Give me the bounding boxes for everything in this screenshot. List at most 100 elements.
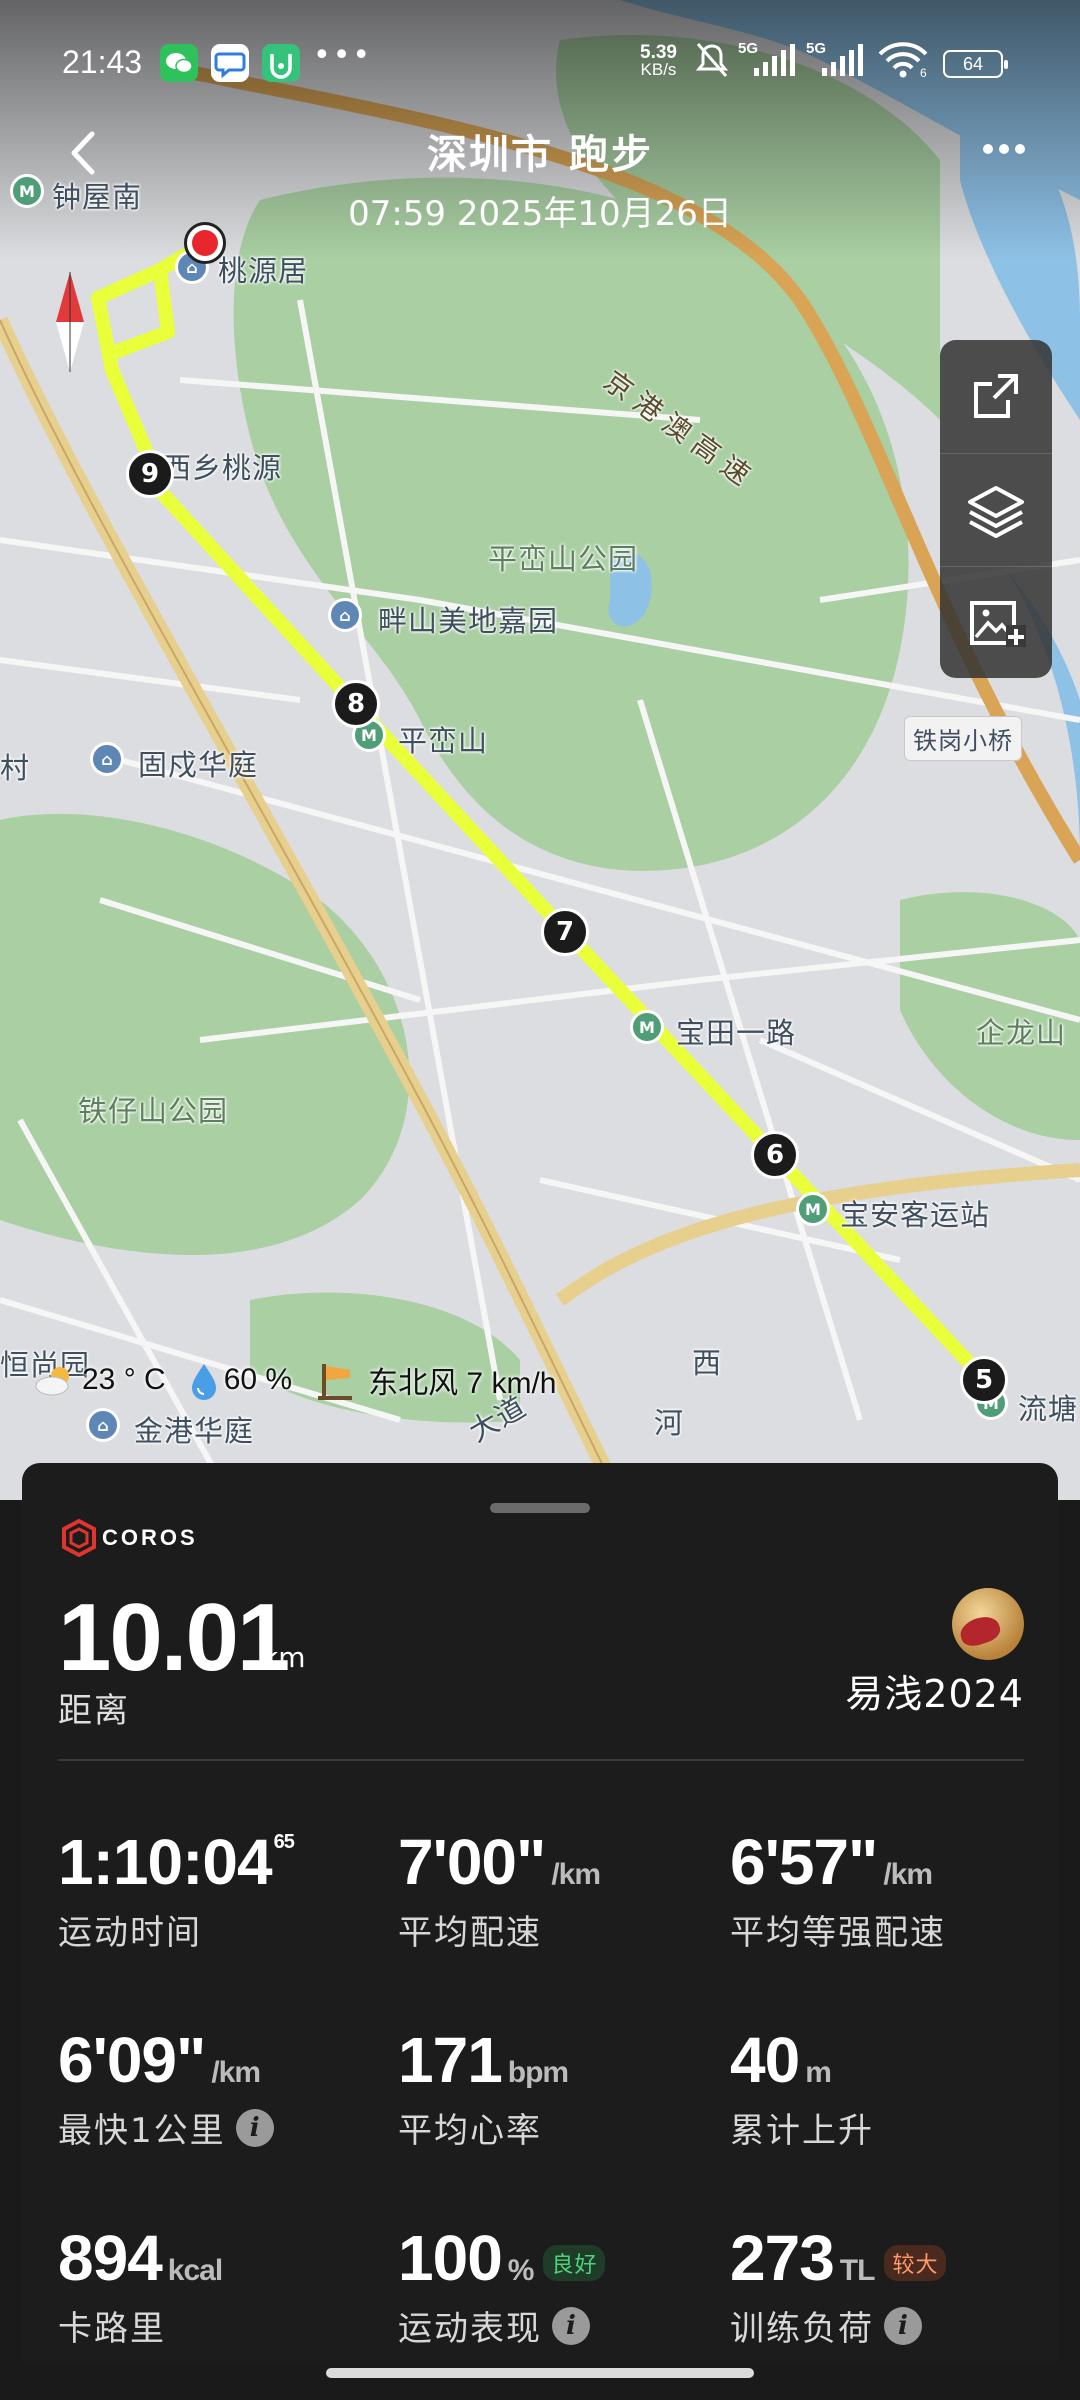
compass-icon[interactable]: [50, 272, 90, 372]
page-title: 深圳市 跑步: [427, 132, 653, 178]
training-load-value: 273: [730, 2222, 835, 2294]
grade-pace-value: 6'57": [730, 1826, 878, 1898]
training-load-badge: 较大: [884, 2245, 947, 2282]
coros-logo-icon: [62, 1519, 96, 1557]
km-marker-9: 9: [126, 450, 174, 498]
map-label-pingluanshan-park: 平峦山公园: [488, 542, 639, 576]
wechat-icon: [160, 44, 198, 82]
calories-value: 894: [58, 2222, 163, 2294]
more-options-button[interactable]: [980, 136, 1028, 159]
weather-wind: 东北风 7 km/h: [368, 1367, 557, 1400]
performance-label: 运动表现: [398, 2309, 542, 2349]
avg-pace-label: 平均配速: [398, 1913, 542, 1953]
avatar[interactable]: [952, 1588, 1024, 1660]
gesture-nav-bar[interactable]: [326, 2368, 754, 2378]
stat-moving-time: 1:10:04 65 运动时间: [58, 1825, 295, 1954]
distance-value: 10.01: [58, 1584, 290, 1691]
moving-time-hundredths: 65: [273, 1831, 295, 1853]
calories-unit: kcal: [167, 2254, 223, 2287]
training-load-label: 训练负荷: [730, 2309, 874, 2349]
add-photo-button[interactable]: [940, 566, 1052, 678]
map-label-liutang: 流塘: [1018, 1392, 1079, 1426]
map-label-cun: 村: [0, 751, 31, 785]
performance-value: 100: [398, 2222, 503, 2294]
share-icon: [974, 374, 1018, 418]
battery-indicator: 64: [943, 50, 1008, 78]
coros-logo: COROS: [62, 1518, 198, 1558]
stat-grade-pace: 6'57"/km 平均等强配速: [730, 1825, 946, 1954]
info-icon[interactable]: i: [552, 2306, 590, 2345]
more-dots-icon: [983, 144, 1025, 154]
performance-badge: 良好: [543, 2245, 606, 2282]
map-label-gurong-huating: 固戍华庭: [138, 748, 259, 782]
map-layers-button[interactable]: [940, 453, 1052, 565]
partly-cloudy-icon: [35, 1367, 69, 1396]
mute-icon: [692, 40, 732, 85]
info-icon[interactable]: i: [235, 2108, 274, 2147]
net-speed: 5.39 KB/s: [640, 42, 677, 79]
map-label-qilong: 企龙山: [976, 1016, 1067, 1050]
km-marker-5: 5: [960, 1356, 1008, 1404]
distance-label: 距离: [58, 1691, 130, 1731]
add-image-icon: [970, 600, 1026, 647]
fastest-km-label: 最快1公里: [58, 2111, 226, 2151]
mijia-icon: [262, 44, 300, 82]
heart-rate-label: 平均心率: [398, 2111, 542, 2151]
km-marker-8: 8: [332, 680, 380, 728]
map-label-baoan-bus: 宝安客运站: [840, 1198, 991, 1232]
weather-humidity: 60 %: [223, 1363, 293, 1396]
performance-unit: %: [507, 2254, 535, 2287]
humidity-icon: [191, 1364, 216, 1400]
distance-unit: km: [262, 1641, 306, 1674]
stat-elevation: 40 m 累计上升: [730, 2023, 874, 2152]
brand-name: COROS: [102, 1525, 198, 1550]
fastest-km-value: 6'09": [58, 2024, 206, 2096]
poi-icon: ⌂: [328, 598, 362, 632]
status-bar: 21:43 ••• 5.39 KB/s 5G 5G 6 64: [0, 0, 1080, 110]
signal-1-icon: 5G: [738, 40, 800, 85]
map-label-xi: 西: [692, 1346, 723, 1380]
km-marker-7: 7: [541, 908, 589, 956]
map-label-tiegang-bridge: 铁岗小桥: [904, 716, 1022, 761]
drag-handle[interactable]: [490, 1503, 590, 1513]
info-icon[interactable]: i: [884, 2306, 922, 2345]
weather-bar: 23 ° C 60 % 东北风 7 km/h: [30, 1358, 568, 1402]
sim1-label: 5G: [738, 40, 759, 57]
elevation-label: 累计上升: [730, 2111, 874, 2151]
heart-rate-value: 171: [398, 2024, 503, 2096]
layers-icon: [968, 485, 1024, 538]
avg-pace-unit: /km: [551, 1858, 601, 1891]
wifi-num: 6: [920, 66, 927, 80]
wifi-icon: 6: [876, 40, 930, 85]
metro-icon: M: [796, 1192, 830, 1226]
map-label-pingluanshan: 平峦山: [398, 724, 489, 758]
map-label-he: 河: [654, 1406, 685, 1440]
metro-icon: M: [630, 1010, 664, 1044]
poi-icon: ⌂: [90, 742, 124, 776]
stat-fastest-km: 6'09"/km 最快1公里 i: [58, 2023, 274, 2152]
training-load-unit: TL: [839, 2254, 876, 2287]
grade-pace-unit: /km: [883, 1858, 933, 1891]
activity-summary-sheet[interactable]: COROS 10.01 km 距离 易浅2024 1:10:04 65 运动时间 …: [22, 1463, 1058, 2363]
poi-icon: ⌂: [86, 1408, 120, 1442]
wind-flag-icon: [318, 1364, 353, 1400]
avg-pace-value: 7'00": [398, 1826, 546, 1898]
sim2-label: 5G: [806, 40, 827, 57]
heart-rate-unit: bpm: [507, 2056, 569, 2089]
moving-time-value: 1:10:04: [58, 1826, 273, 1898]
stat-calories: 894 kcal 卡路里: [58, 2221, 223, 2350]
map-tool-panel: [940, 340, 1052, 678]
net-speed-value: 5.39: [640, 42, 677, 63]
signal-2-icon: 5G: [806, 40, 868, 85]
weather-temperature: 23 ° C: [82, 1363, 166, 1396]
map-label-xixiang-taoyuan: 西乡桃源: [162, 451, 283, 485]
map-label-taoyuanju: 桃源居: [218, 254, 309, 288]
stat-avg-pace: 7'00"/km 平均配速: [398, 1825, 601, 1954]
calories-label: 卡路里: [58, 2309, 166, 2349]
map-label-panshan-meidi: 畔山美地嘉园: [378, 604, 559, 638]
username: 易浅2024: [845, 1672, 1024, 1716]
share-button[interactable]: [940, 340, 1052, 452]
divider: [58, 1759, 1024, 1761]
activity-datetime: 07:59 2025年10月26日: [348, 194, 732, 234]
net-speed-unit: KB/s: [640, 60, 677, 79]
